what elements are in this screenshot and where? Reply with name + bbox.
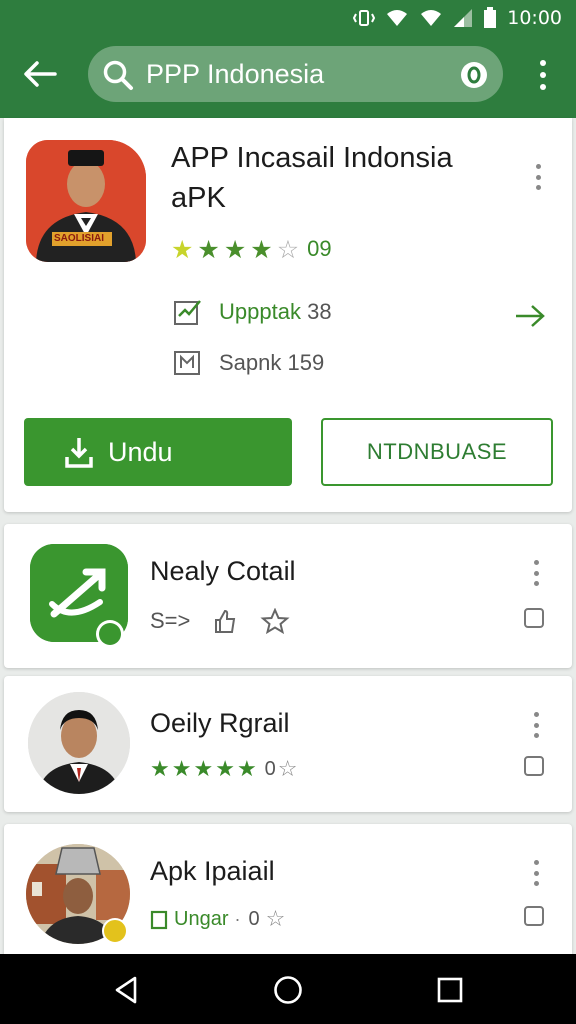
star-icon: ★ [236,756,257,782]
badge-icon [96,620,124,648]
size-label: Sapnk 159 [219,350,325,375]
nav-back-button[interactable] [106,972,146,1008]
result-app-icon[interactable] [28,692,130,794]
star-icon: ★ [197,234,220,264]
result-sub: S=> [150,608,191,633]
star-outline-icon: ☆ [265,906,286,932]
thumbs-up-icon [215,609,236,633]
search-input[interactable]: PPP Indonesia [146,59,324,90]
update-icon [174,300,201,325]
download-icon [65,438,93,468]
star-outline-icon: ☆ [277,756,298,782]
result-card[interactable]: Oeily Rgrail ★ ★ ★ ★ ★ 0 ☆ [4,676,572,812]
star-icon: ★ [215,756,235,782]
result-more-menu[interactable] [524,710,548,740]
featured-more-menu[interactable] [526,162,550,192]
battery-icon [483,7,497,29]
recents-square-icon [437,977,463,1003]
featured-app-icon[interactable]: SAOLISIAI [26,140,146,262]
result-rating: ★ ★ ★ ★ ★ 0 ☆ [150,758,298,781]
result-card[interactable]: Apk Ipaiail Ungar · 0 ☆ [4,824,572,964]
secondary-label: NTDNBUASE [366,439,508,464]
badge-icon [102,918,128,944]
result-sub: Ungar [174,908,229,930]
size-icon [174,351,200,375]
star-icon: ★ [171,756,192,782]
rating-value: 09 [307,236,332,261]
result-more-menu[interactable] [524,858,548,888]
size-row: Sapnk 159 [173,350,324,376]
star-outline-icon [260,608,290,634]
wifi-icon-2 [419,8,443,28]
vibrate-icon [353,8,376,28]
star-icon: ★ [193,756,214,782]
featured-app-title-line2: aPK [171,182,226,214]
voice-search-icon[interactable] [459,60,489,95]
update-label: Uppptak 38 [219,299,332,324]
star-icon: ★ [223,234,247,264]
search-bar[interactable]: PPP Indonesia [88,46,503,102]
rating-value: 0 [264,758,276,780]
open-arrow-icon[interactable] [514,302,546,335]
nav-recents-button[interactable] [430,972,470,1008]
overflow-menu-button[interactable] [528,58,558,92]
wifi-icon [385,8,409,28]
star-icon: ★ [150,756,170,782]
signal-icon [453,8,473,28]
home-circle-icon [274,976,302,1004]
install-button[interactable]: Undu [24,418,292,486]
featured-app-title: APP Incasail Indonsia [171,142,453,174]
status-time: 10:00 [507,7,562,29]
install-label: Undu [108,436,173,467]
back-arrow-icon [24,61,57,87]
system-nav-bar [0,954,576,1024]
result-title: Oeily Rgrail [150,708,290,738]
status-bar: 10:00 [353,6,562,30]
search-icon [102,59,134,96]
select-checkbox[interactable] [524,906,544,926]
select-checkbox[interactable] [524,756,544,776]
result-sub-separator: · [234,909,241,929]
select-checkbox[interactable] [524,608,544,628]
rating-value: 0 [248,908,260,930]
nav-home-button[interactable] [268,972,308,1008]
result-more-menu[interactable] [524,558,548,588]
result-title: Apk Ipaiail [150,856,275,886]
star-icon: ★ [250,234,273,264]
update-row: Uppptak 38 [173,298,332,326]
result-meta: S=> [150,608,290,634]
star-icon: ★ [171,234,194,264]
back-button[interactable] [20,56,60,92]
back-triangle-icon [115,976,137,1004]
tag-icon [150,910,168,929]
result-card[interactable]: Nealy Cotail S=> [4,524,572,668]
featured-app-card[interactable]: SAOLISIAI APP Incasail Indonsia aPK ★ ★ … [4,118,572,512]
app-bar: 10:00 PPP Indonesia [0,0,576,118]
secondary-button[interactable]: NTDNBUASE [321,418,553,486]
featured-rating: ★ ★ ★ ★ ☆ 09 [171,236,332,262]
star-outline-icon: ☆ [276,234,300,264]
result-title: Nealy Cotail [150,556,296,586]
badge-label: SAOLISIAI [54,233,105,244]
person-portrait-icon [28,692,130,794]
result-meta: Ungar · 0 ☆ [150,908,285,931]
